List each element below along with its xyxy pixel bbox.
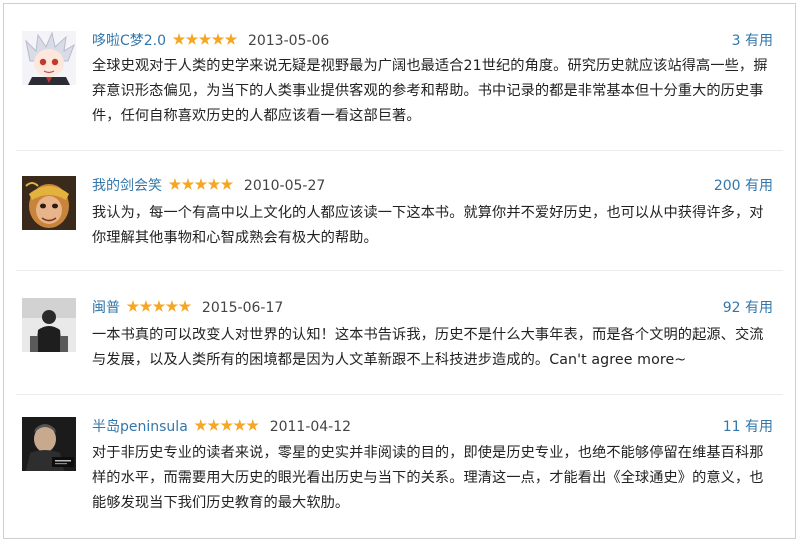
star-icon xyxy=(246,419,259,431)
avatar[interactable] xyxy=(22,417,76,471)
divider xyxy=(16,394,783,395)
star-icon xyxy=(194,419,207,431)
star-icon xyxy=(220,178,234,190)
star-icon xyxy=(165,300,179,312)
avatar[interactable] xyxy=(22,298,76,352)
useful-count: 3 xyxy=(731,33,741,49)
review-panel: 哆啦C梦2.0 2013-05-06 3 有用 全球史观对于人类的史学来说无疑是… xyxy=(3,3,796,539)
avatar[interactable] xyxy=(22,176,76,230)
review-date: 2011-04-12 xyxy=(269,419,352,435)
divider xyxy=(16,150,783,151)
star-icon xyxy=(168,178,182,190)
username-link[interactable]: 闽普 xyxy=(92,300,120,316)
star-icon xyxy=(185,33,199,45)
review-header: 半岛peninsula 2011-04-12 11 有用 xyxy=(92,417,773,437)
review-date: 2010-05-27 xyxy=(243,178,326,194)
review-text: 我认为，每一个有高中以上文化的人都应该读一下这本书。就算你并不爱好历史，也可以从… xyxy=(92,205,764,246)
useful-count: 11 xyxy=(722,419,741,435)
username-link[interactable]: 半岛peninsula xyxy=(92,419,188,435)
star-icon xyxy=(172,33,186,45)
star-icon xyxy=(220,419,233,431)
man-portrait-avatar-icon xyxy=(22,417,76,471)
star-icon xyxy=(152,300,166,312)
star-icon xyxy=(181,178,195,190)
avatar[interactable] xyxy=(22,31,76,85)
review-text: 对于非历史专业的读者来说，零星的史实并非阅读的目的，即使是历史专业，也绝不能够停… xyxy=(92,445,764,511)
star-icon xyxy=(139,300,153,312)
useful-label: 有用 xyxy=(745,178,773,194)
white-haired-anime-avatar-icon xyxy=(22,31,76,85)
person-silhouette-avatar-icon xyxy=(22,298,76,352)
username-link[interactable]: 哆啦C梦2.0 xyxy=(92,33,166,49)
review-date: 2013-05-06 xyxy=(247,33,330,49)
review-header: 哆啦C梦2.0 2013-05-06 3 有用 xyxy=(92,31,773,51)
monkey-king-avatar-icon xyxy=(22,176,76,230)
review-header: 我的剑会笑 2010-05-27 200 有用 xyxy=(92,176,773,196)
useful-vote[interactable]: 11 有用 xyxy=(723,417,773,437)
star-icon xyxy=(194,178,208,190)
useful-label: 有用 xyxy=(745,33,773,49)
star-icon xyxy=(224,33,238,45)
useful-label: 有用 xyxy=(745,300,773,316)
star-icon xyxy=(198,33,212,45)
useful-vote[interactable]: 3 有用 xyxy=(732,31,773,51)
useful-count: 92 xyxy=(722,300,741,316)
review-date: 2015-06-17 xyxy=(201,300,284,316)
star-icon xyxy=(126,300,140,312)
star-icon xyxy=(211,33,225,45)
divider xyxy=(16,270,783,271)
review-header: 闽普 2015-06-17 92 有用 xyxy=(92,298,773,318)
rating-stars xyxy=(172,32,238,52)
star-icon xyxy=(233,419,246,431)
useful-vote[interactable]: 200 有用 xyxy=(714,176,773,196)
star-icon xyxy=(178,300,192,312)
useful-count: 200 xyxy=(713,178,741,194)
star-icon xyxy=(207,178,221,190)
username-link[interactable]: 我的剑会笑 xyxy=(92,178,162,194)
rating-stars xyxy=(194,418,259,438)
rating-stars xyxy=(168,177,234,197)
useful-vote[interactable]: 92 有用 xyxy=(723,298,773,318)
useful-label: 有用 xyxy=(745,419,773,435)
star-icon xyxy=(207,419,220,431)
review-text: 全球史观对于人类的史学来说无疑是视野最为广阔也最适合21世纪的角度。研究历史就应… xyxy=(92,58,768,124)
review-text: 一本书真的可以改变人对世界的认知！这本书告诉我，历史不是什么大事年表，而是各个文… xyxy=(92,327,764,368)
rating-stars xyxy=(126,299,192,319)
